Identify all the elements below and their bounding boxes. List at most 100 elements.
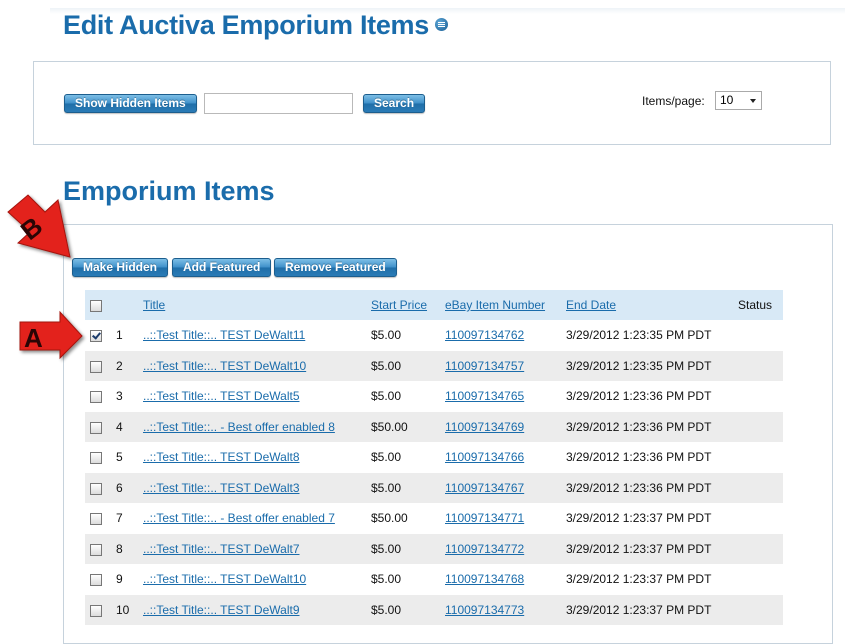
row-start-price: $5.00 bbox=[371, 594, 445, 625]
row-select-cell bbox=[85, 564, 116, 595]
row-title-link[interactable]: ..::Test Title::.. TEST DeWalt9 bbox=[143, 603, 300, 617]
show-hidden-items-button[interactable]: Show Hidden Items bbox=[64, 94, 197, 113]
row-end-date: 3/29/2012 1:23:36 PM PDT bbox=[566, 389, 712, 404]
row-select-cell bbox=[85, 320, 116, 351]
header-item-number-cell: eBay Item Number bbox=[445, 290, 566, 320]
row-number: 5 bbox=[116, 450, 123, 465]
row-title-link[interactable]: ..::Test Title::.. TEST DeWalt3 bbox=[143, 481, 300, 495]
row-title-cell: ..::Test Title::.. TEST DeWalt8 bbox=[143, 442, 371, 473]
row-item-number-link[interactable]: 110097134767 bbox=[445, 481, 524, 495]
table-row: 7 ..::Test Title::.. - Best offer enabled… bbox=[85, 503, 783, 534]
row-item-number-link[interactable]: 110097134773 bbox=[445, 603, 524, 617]
row-checkbox[interactable] bbox=[90, 452, 102, 465]
header-select-cell bbox=[85, 290, 116, 320]
page-title-text: Edit Auctiva Emporium Items bbox=[63, 10, 429, 40]
row-checkbox[interactable] bbox=[90, 330, 102, 343]
row-item-number-link[interactable]: 110097134771 bbox=[445, 511, 524, 525]
row-select-cell bbox=[85, 594, 116, 625]
header-number-cell bbox=[116, 290, 143, 320]
row-end-date: 3/29/2012 1:23:36 PM PDT bbox=[566, 472, 738, 503]
row-end-date: 3/29/2012 1:23:35 PM PDT bbox=[566, 328, 712, 343]
header-title-cell: Title bbox=[143, 290, 371, 320]
row-checkbox[interactable] bbox=[90, 391, 102, 404]
row-checkbox[interactable] bbox=[90, 513, 102, 526]
row-item-number-link[interactable]: 110097134765 bbox=[445, 389, 524, 403]
row-status bbox=[738, 533, 783, 564]
row-number: 3 bbox=[116, 389, 123, 404]
row-checkbox[interactable] bbox=[90, 360, 102, 373]
row-number: 4 bbox=[116, 411, 143, 442]
remove-featured-button[interactable]: Remove Featured bbox=[274, 258, 397, 277]
row-title-link[interactable]: ..::Test Title::.. TEST DeWalt11 bbox=[143, 328, 305, 342]
row-item-number-link[interactable]: 110097134769 bbox=[445, 420, 524, 434]
row-item-number-cell: 110097134767 bbox=[445, 472, 566, 503]
sort-title-link[interactable]: Title bbox=[143, 298, 165, 312]
row-item-number-link[interactable]: 110097134762 bbox=[445, 328, 524, 342]
row-checkbox[interactable] bbox=[90, 482, 102, 495]
row-end-date: 3/29/2012 1:23:37 PM PDT bbox=[566, 533, 738, 564]
row-item-number-link[interactable]: 110097134768 bbox=[445, 572, 524, 586]
help-icon[interactable] bbox=[434, 18, 448, 32]
row-status bbox=[738, 472, 783, 503]
items-table-body: 1 ..::Test Title::.. TEST DeWalt11 $5.00 11… bbox=[85, 320, 783, 625]
row-number: 10 bbox=[116, 594, 143, 625]
row-title-link[interactable]: ..::Test Title::.. TEST DeWalt10 bbox=[143, 359, 306, 373]
row-title-cell: ..::Test Title::.. TEST DeWalt10 bbox=[143, 564, 371, 595]
row-checkbox[interactable] bbox=[90, 604, 102, 617]
row-title-link[interactable]: ..::Test Title::.. - Best offer enabled … bbox=[143, 420, 335, 434]
row-title-link[interactable]: ..::Test Title::.. - Best offer enabled … bbox=[143, 511, 335, 525]
row-end-date: 3/29/2012 1:23:37 PM PDT bbox=[566, 572, 712, 587]
row-start-price: $5.00 bbox=[371, 389, 402, 404]
row-title-link[interactable]: ..::Test Title::.. TEST DeWalt5 bbox=[143, 389, 300, 403]
row-title-cell: ..::Test Title::.. TEST DeWalt11 bbox=[143, 320, 371, 351]
sort-end-date-link[interactable]: End Date bbox=[566, 298, 616, 312]
table-row: 5 ..::Test Title::.. TEST DeWalt8 $5.00 110… bbox=[85, 442, 783, 473]
row-item-number-cell: 110097134771 bbox=[445, 503, 566, 534]
row-item-number-cell: 110097134769 bbox=[445, 411, 566, 442]
row-status bbox=[738, 320, 783, 351]
row-status bbox=[738, 350, 783, 381]
row-title-cell: ..::Test Title::.. TEST DeWalt3 bbox=[143, 472, 371, 503]
header-price-cell: Start Price bbox=[371, 290, 445, 320]
add-featured-button[interactable]: Add Featured bbox=[172, 258, 272, 277]
row-status bbox=[738, 564, 783, 595]
page-title: Edit Auctiva Emporium Items bbox=[63, 10, 448, 41]
sort-item-number-link[interactable]: eBay Item Number bbox=[445, 298, 545, 312]
row-status bbox=[738, 503, 783, 534]
table-row: 3 ..::Test Title::.. TEST DeWalt5 $5.00 110… bbox=[85, 381, 783, 412]
row-number: 7 bbox=[116, 511, 123, 526]
row-item-number-link[interactable]: 110097134772 bbox=[445, 542, 524, 556]
row-select-cell bbox=[85, 472, 116, 503]
table-row: 1 ..::Test Title::.. TEST DeWalt11 $5.00 11… bbox=[85, 320, 783, 351]
items-per-page-value: 10 bbox=[720, 93, 734, 107]
row-status bbox=[738, 411, 783, 442]
row-item-number-cell: 110097134773 bbox=[445, 594, 566, 625]
search-button[interactable]: Search bbox=[363, 94, 426, 113]
make-hidden-button[interactable]: Make Hidden bbox=[72, 258, 169, 277]
row-title-link[interactable]: ..::Test Title::.. TEST DeWalt10 bbox=[143, 572, 306, 586]
row-title-link[interactable]: ..::Test Title::.. TEST DeWalt8 bbox=[143, 450, 300, 464]
row-end-date: 3/29/2012 1:23:36 PM PDT bbox=[566, 450, 712, 465]
row-item-number-cell: 110097134768 bbox=[445, 564, 566, 595]
row-checkbox[interactable] bbox=[90, 421, 102, 434]
chevron-down-icon bbox=[750, 99, 756, 103]
table-row: 9 ..::Test Title::.. TEST DeWalt10 $5.00 11… bbox=[85, 564, 783, 595]
table-header-row: Title Start Price eBay Item Number End D… bbox=[85, 290, 783, 320]
items-per-page-label: Items/page: bbox=[642, 94, 705, 108]
sort-start-price-link[interactable]: Start Price bbox=[371, 298, 427, 312]
row-status bbox=[738, 381, 783, 412]
row-number: 1 bbox=[116, 328, 123, 343]
row-item-number-link[interactable]: 110097134757 bbox=[445, 359, 524, 373]
row-title-cell: ..::Test Title::.. - Best offer enabled … bbox=[143, 411, 371, 442]
section-title: Emporium Items bbox=[63, 176, 275, 206]
row-select-cell bbox=[85, 411, 116, 442]
row-end-date: 3/29/2012 1:23:37 PM PDT bbox=[566, 511, 712, 526]
row-checkbox[interactable] bbox=[90, 574, 102, 587]
row-item-number-link[interactable]: 110097134766 bbox=[445, 450, 524, 464]
items-per-page-select[interactable]: 10 bbox=[715, 91, 762, 110]
row-checkbox[interactable] bbox=[90, 543, 102, 556]
search-input[interactable] bbox=[204, 93, 353, 114]
select-all-checkbox[interactable] bbox=[90, 299, 102, 312]
callout-b-label: B bbox=[15, 211, 48, 246]
row-title-link[interactable]: ..::Test Title::.. TEST DeWalt7 bbox=[143, 542, 300, 556]
